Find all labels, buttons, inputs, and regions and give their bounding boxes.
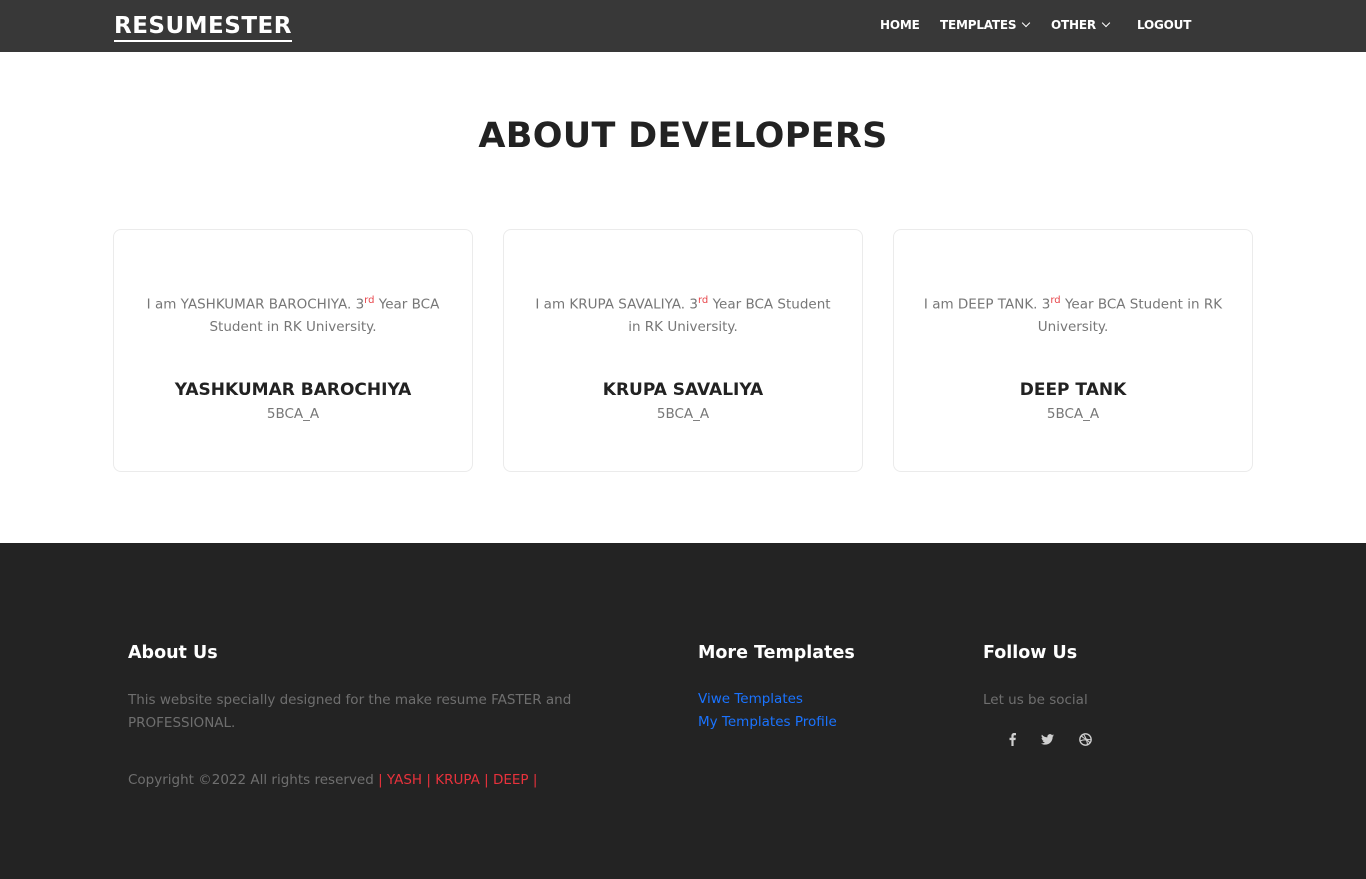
- intro-text-rest: Year BCA Student in RK University.: [1037, 296, 1223, 335]
- footer-follow-text: Let us be social: [983, 692, 1088, 708]
- copyright-credits: | YASH | KRUPA | DEEP |: [378, 772, 538, 788]
- twitter-icon[interactable]: [1037, 729, 1057, 749]
- footer-about-heading: About Us: [128, 643, 218, 663]
- page-title: ABOUT DEVELOPERS: [478, 116, 888, 156]
- intro-text: I am YASHKUMAR BAROCHIYA. 3: [146, 296, 365, 313]
- nav-other-label: OTHER: [1051, 18, 1096, 32]
- developer-card: I am YASHKUMAR BAROCHIYA. 3rd Year BCA S…: [113, 229, 473, 472]
- brand-logo[interactable]: RESUMESTER: [114, 12, 292, 42]
- developer-name: DEEP TANK: [1019, 380, 1127, 400]
- facebook-icon[interactable]: [1002, 729, 1022, 749]
- nav-templates[interactable]: TEMPLATES: [940, 18, 1031, 32]
- developer-name: KRUPA SAVALIYA: [602, 380, 764, 400]
- dribbble-icon[interactable]: [1075, 729, 1095, 749]
- ordinal-suffix: rd: [364, 295, 375, 306]
- footer: About Us This website specially designed…: [0, 543, 1366, 879]
- nav-logout[interactable]: LOGOUT: [1137, 18, 1191, 32]
- footer-follow-heading: Follow Us: [983, 643, 1078, 663]
- developer-name: YASHKUMAR BAROCHIYA: [174, 380, 412, 400]
- navbar: RESUMESTER HOME TEMPLATES OTHER LOGOUT: [0, 0, 1366, 52]
- developer-class: 5BCA_A: [656, 406, 710, 422]
- nav-other[interactable]: OTHER: [1051, 18, 1111, 32]
- intro-text: I am KRUPA SAVALIYA. 3: [535, 296, 698, 313]
- nav-templates-label: TEMPLATES: [940, 18, 1017, 32]
- developer-class: 5BCA_A: [266, 406, 320, 422]
- view-templates-link[interactable]: Viwe Templates: [698, 691, 803, 707]
- copyright-text: Copyright ©2022 All rights reserved: [128, 772, 379, 788]
- developer-intro: I am YASHKUMAR BAROCHIYA. 3rd Year BCA S…: [138, 290, 448, 338]
- copyright: Copyright ©2022 All rights reserved | YA…: [128, 772, 537, 788]
- chevron-down-icon: [1022, 18, 1031, 28]
- developer-class: 5BCA_A: [1046, 406, 1100, 422]
- developer-intro: I am KRUPA SAVALIYA. 3rd Year BCA Studen…: [532, 290, 834, 338]
- my-templates-profile-link[interactable]: My Templates Profile: [698, 714, 837, 730]
- developer-card: I am KRUPA SAVALIYA. 3rd Year BCA Studen…: [503, 229, 863, 472]
- nav-logout-label: LOGOUT: [1137, 18, 1192, 32]
- nav-home[interactable]: HOME: [880, 18, 920, 32]
- nav-home-label: HOME: [880, 18, 920, 32]
- developer-card: I am DEEP TANK. 3rd Year BCA Student in …: [893, 229, 1253, 472]
- footer-templates-heading: More Templates: [698, 643, 855, 663]
- developer-intro: I am DEEP TANK. 3rd Year BCA Student in …: [916, 290, 1230, 338]
- footer-about-text: This website specially designed for the …: [128, 692, 572, 731]
- chevron-down-icon: [1101, 18, 1111, 28]
- intro-text: I am DEEP TANK. 3: [923, 296, 1051, 313]
- ordinal-suffix: rd: [697, 295, 709, 306]
- ordinal-suffix: rd: [1050, 295, 1061, 306]
